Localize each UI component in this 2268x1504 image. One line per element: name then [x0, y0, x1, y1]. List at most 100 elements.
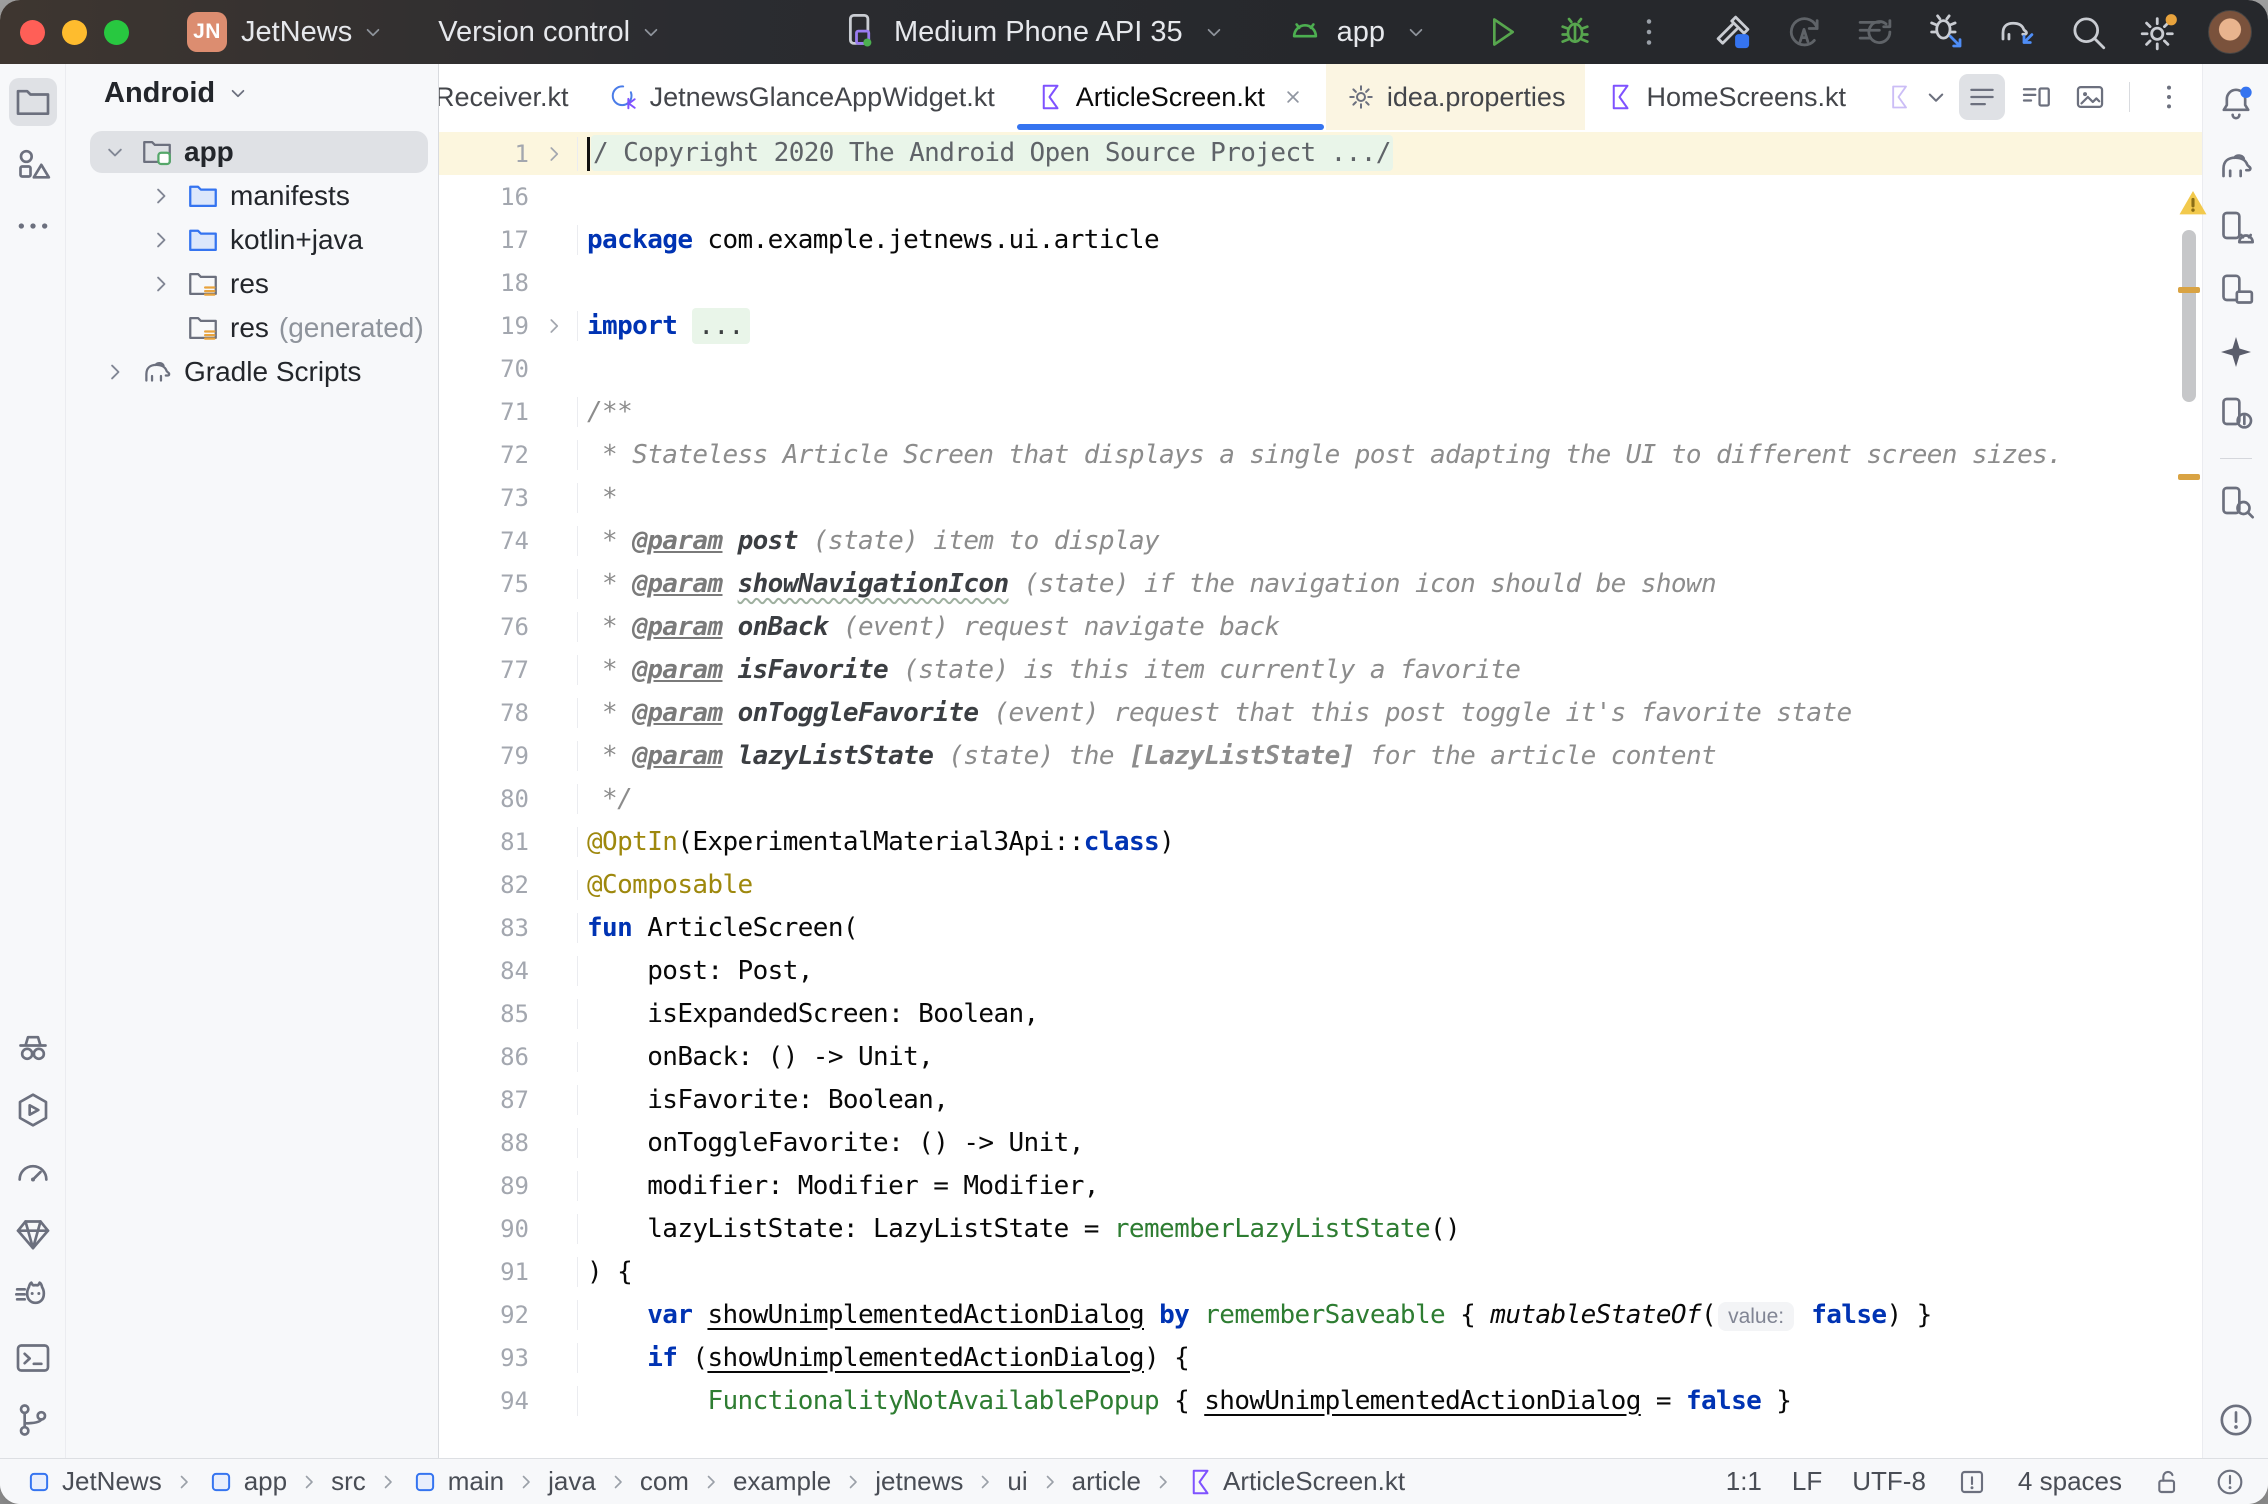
line-number[interactable]: 76: [439, 613, 577, 641]
zoom-window-button[interactable]: [104, 20, 129, 45]
line-number[interactable]: 77: [439, 656, 577, 684]
line-number[interactable]: 81: [439, 828, 577, 856]
project-menu[interactable]: JetNews: [227, 16, 386, 49]
line-number[interactable]: 18: [439, 269, 577, 297]
services-icon[interactable]: [9, 1086, 57, 1134]
line-number[interactable]: 75: [439, 570, 577, 598]
breadcrumb-example[interactable]: example: [733, 1466, 831, 1497]
line-number[interactable]: 80: [439, 785, 577, 813]
line-number[interactable]: 72: [439, 441, 577, 469]
editor-scrollbar[interactable]: [2176, 130, 2202, 1458]
app-quality-insights-icon[interactable]: [9, 1024, 57, 1072]
more-tool-windows-icon[interactable]: [9, 202, 57, 250]
run-button[interactable]: [1479, 10, 1523, 54]
notifications-icon[interactable]: [2212, 80, 2260, 128]
readonly-toggle-icon[interactable]: [2152, 1466, 2184, 1498]
running-devices-icon[interactable]: [2212, 266, 2260, 314]
problems-icon[interactable]: [2212, 1396, 2260, 1444]
layout-inspector-icon[interactable]: [2212, 479, 2260, 527]
line-number[interactable]: 70: [439, 355, 577, 383]
device-selector[interactable]: Medium Phone API 35: [838, 10, 1227, 54]
breadcrumb-java[interactable]: java: [548, 1466, 596, 1497]
line-number[interactable]: 85: [439, 1000, 577, 1028]
resource-manager-icon[interactable]: [9, 140, 57, 188]
tab-receiver-kt[interactable]: Receiver.kt: [439, 64, 589, 130]
line-number[interactable]: 92: [439, 1301, 577, 1329]
tree-item-gradle-scripts[interactable]: Gradle Scripts: [66, 350, 438, 394]
build-icon[interactable]: [1711, 10, 1755, 54]
tree-item-kotlin-java[interactable]: kotlin+java: [66, 218, 438, 262]
terminal-icon[interactable]: [9, 1334, 57, 1382]
apply-code-changes-icon[interactable]: [1853, 10, 1897, 54]
close-icon[interactable]: [1280, 84, 1306, 110]
run-config-selector[interactable]: app: [1283, 10, 1429, 54]
profiler-icon[interactable]: [9, 1148, 57, 1196]
device-explorer-icon[interactable]: [2212, 390, 2260, 438]
line-number[interactable]: 93: [439, 1344, 577, 1372]
user-avatar[interactable]: [2208, 10, 2252, 54]
line-number[interactable]: 88: [439, 1129, 577, 1157]
line-number[interactable]: 74: [439, 527, 577, 555]
editor-more-options-icon[interactable]: [2146, 74, 2192, 120]
split-view-icon[interactable]: [2013, 74, 2059, 120]
breadcrumb-jetnews[interactable]: JetNews: [24, 1466, 162, 1497]
line-number[interactable]: 90: [439, 1215, 577, 1243]
tab-articlescreen-kt[interactable]: ArticleScreen.kt: [1015, 64, 1326, 130]
line-number[interactable]: 86: [439, 1043, 577, 1071]
file-encoding[interactable]: UTF-8: [1852, 1466, 1926, 1497]
line-number[interactable]: 17: [439, 226, 577, 254]
device-manager-icon[interactable]: [2212, 204, 2260, 252]
scrollbar-warning-mark[interactable]: [2178, 287, 2200, 293]
line-number[interactable]: 82: [439, 871, 577, 899]
gradle-icon[interactable]: [2212, 142, 2260, 190]
inspection-profile-icon[interactable]: [1956, 1466, 1988, 1498]
chevron-right-icon[interactable]: [100, 358, 130, 386]
settings-icon[interactable]: [2137, 10, 2181, 54]
fold-chevron-icon[interactable]: [541, 313, 567, 339]
line-number[interactable]: 16: [439, 183, 577, 211]
debug-button[interactable]: [1553, 10, 1597, 54]
line-number[interactable]: 84: [439, 957, 577, 985]
line-number[interactable]: 1: [439, 140, 577, 168]
fold-chevron-icon[interactable]: [541, 141, 567, 167]
line-number[interactable]: 73: [439, 484, 577, 512]
tree-item-app[interactable]: app: [66, 130, 438, 174]
app-inspection-icon[interactable]: [9, 1210, 57, 1258]
line-number[interactable]: 89: [439, 1172, 577, 1200]
code-editor[interactable]: 1/ Copyright 2020 The Android Open Sourc…: [439, 130, 2202, 1458]
line-number[interactable]: 78: [439, 699, 577, 727]
inspections-warning-icon[interactable]: [2176, 186, 2210, 225]
breadcrumb-articlescreen-kt[interactable]: ArticleScreen.kt: [1185, 1466, 1405, 1497]
problems-status-icon[interactable]: [2214, 1466, 2246, 1498]
project-view-selector[interactable]: Android: [66, 64, 438, 122]
search-everywhere-icon[interactable]: [2066, 10, 2110, 54]
code-view-icon[interactable]: [1959, 74, 2005, 120]
breadcrumb-src[interactable]: src: [331, 1466, 366, 1497]
scrollbar-thumb[interactable]: [2182, 230, 2196, 402]
indent-setting[interactable]: 4 spaces: [2018, 1466, 2122, 1497]
version-control-icon[interactable]: [9, 1396, 57, 1444]
design-view-icon[interactable]: [2067, 74, 2113, 120]
gemini-icon[interactable]: [2212, 328, 2260, 376]
line-number[interactable]: 71: [439, 398, 577, 426]
chevron-down-icon[interactable]: [100, 138, 130, 166]
more-run-options-icon[interactable]: [1627, 10, 1671, 54]
tab-idea-properties[interactable]: idea.properties: [1326, 64, 1586, 130]
line-number[interactable]: 91: [439, 1258, 577, 1286]
line-number[interactable]: 83: [439, 914, 577, 942]
breadcrumb-article[interactable]: article: [1072, 1466, 1141, 1497]
breadcrumb-ui[interactable]: ui: [1007, 1466, 1027, 1497]
logcat-icon[interactable]: [9, 1272, 57, 1320]
tab-homescreens-kt[interactable]: HomeScreens.kt: [1585, 64, 1866, 130]
close-window-button[interactable]: [20, 20, 45, 45]
breadcrumb-app[interactable]: app: [206, 1466, 287, 1497]
caret-position[interactable]: 1:1: [1726, 1466, 1762, 1497]
tree-item-res[interactable]: res: [66, 262, 438, 306]
breadcrumb-jetnews[interactable]: jetnews: [875, 1466, 963, 1497]
line-number[interactable]: 94: [439, 1387, 577, 1415]
line-number[interactable]: 19: [439, 312, 577, 340]
gradle-sync-icon[interactable]: [1995, 10, 2039, 54]
line-number[interactable]: 79: [439, 742, 577, 770]
project-tool-icon[interactable]: [9, 78, 57, 126]
line-number[interactable]: 87: [439, 1086, 577, 1114]
